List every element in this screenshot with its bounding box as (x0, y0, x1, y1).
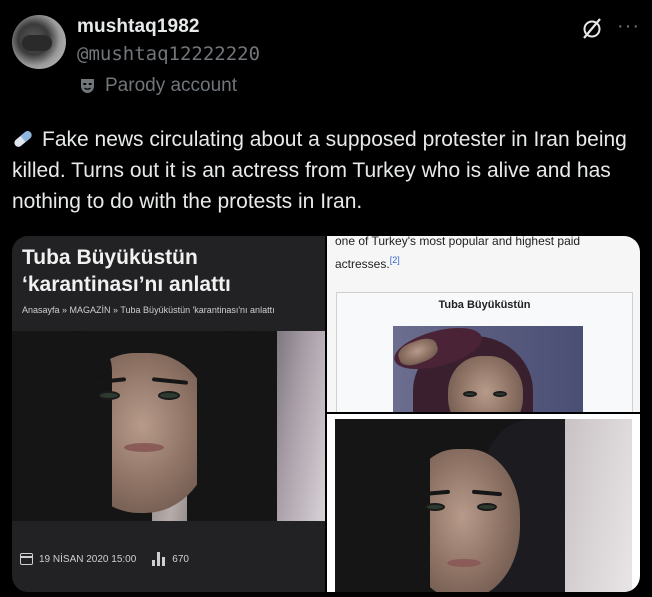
avatar[interactable] (12, 15, 66, 69)
author-handle[interactable]: @mushtaq12222220 (77, 43, 260, 65)
article-breadcrumb: Anasayfa » MAGAZİN » Tuba Büyüküstün 'ka… (22, 305, 275, 315)
media-article-screenshot[interactable]: Tuba Büyüküstün ‘karantinası’nı anlattı … (12, 236, 325, 592)
parody-label-row: Parody account (80, 75, 237, 97)
media-wiki-screenshot[interactable]: one of Turkey's most popular and highest… (327, 236, 640, 412)
bar-chart-icon (152, 552, 166, 566)
grok-icon[interactable] (581, 16, 603, 40)
more-icon[interactable]: ··· (617, 16, 641, 36)
article-date: 19 NİSAN 2020 15:00 (39, 553, 137, 565)
article-stats: 19 NİSAN 2020 15:00 670 (20, 552, 189, 566)
infobox-photo (393, 326, 583, 412)
pill-emoji (14, 131, 32, 147)
article-title: Tuba Büyüküstün ‘karantinası’nı anlattı (22, 246, 231, 296)
tweet-body: Fake news circulating about a supposed p… (12, 128, 627, 213)
mask-icon (81, 79, 94, 93)
wiki-ref[interactable]: [2] (390, 255, 400, 265)
wiki-sentence: one of Turkey's most popular and highest… (335, 236, 581, 271)
author-name[interactable]: mushtaq1982 (77, 16, 200, 38)
media-grid[interactable]: Tuba Büyüküstün ‘karantinası’nı anlattı … (12, 236, 640, 592)
wiki-text: one of Turkey's most popular and highest… (335, 236, 635, 274)
wiki-infobox: Tuba Büyüküstün (336, 292, 633, 412)
calendar-icon (20, 553, 33, 565)
parody-label: Parody account (105, 75, 238, 96)
article-views: 670 (172, 553, 189, 565)
tweet-text: Fake news circulating about a supposed p… (12, 124, 642, 217)
infobox-title: Tuba Büyüküstün (438, 299, 531, 311)
closeup-photo (335, 419, 632, 592)
media-closeup-photo[interactable] (327, 414, 640, 592)
article-photo (12, 331, 325, 521)
